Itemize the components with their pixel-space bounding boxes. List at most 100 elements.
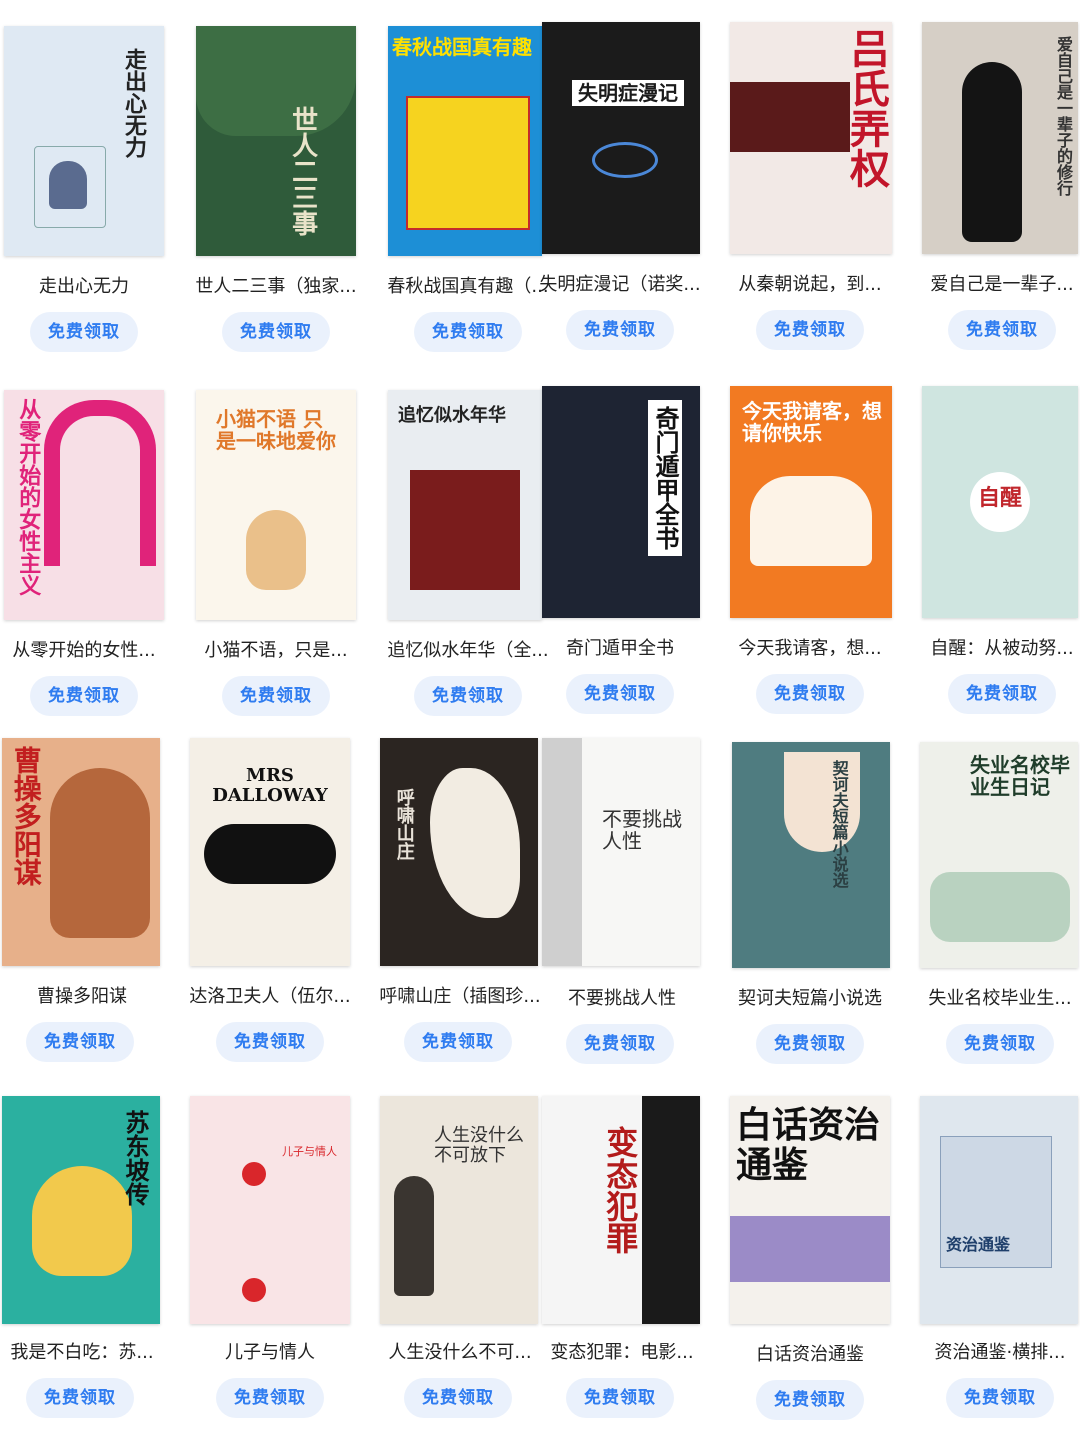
claim-free-button[interactable]: 免费领取: [414, 676, 522, 716]
book-cover[interactable]: 儿子与情人: [190, 1096, 350, 1324]
claim-free-button[interactable]: 免费领取: [566, 674, 674, 714]
book-title[interactable]: 从零开始的女性...: [0, 636, 174, 662]
claim-free-button[interactable]: 免费领取: [948, 674, 1056, 714]
cover-title: 爱自己是一辈子的修行: [1054, 36, 1073, 196]
book-title[interactable]: 爱自己是一辈子...: [912, 270, 1080, 296]
book-cover[interactable]: 自醒: [922, 386, 1078, 618]
book-title[interactable]: 奇门遁甲全书: [530, 634, 710, 660]
book-cover[interactable]: 追忆似水年华: [388, 390, 542, 620]
book-title[interactable]: 世人二三事（独家...: [186, 272, 366, 298]
claim-free-button[interactable]: 免费领取: [414, 312, 522, 352]
claim-free-button[interactable]: 免费领取: [756, 1380, 864, 1420]
claim-free-button[interactable]: 免费领取: [30, 312, 138, 352]
claim-free-button[interactable]: 免费领取: [756, 674, 864, 714]
cover-title: 自醒: [978, 485, 1023, 511]
claim-free-button[interactable]: 免费领取: [216, 1378, 324, 1418]
book-cover[interactable]: 呼啸山庄: [380, 738, 538, 966]
claim-free-button[interactable]: 免费领取: [946, 1024, 1054, 1064]
book-title[interactable]: 人生没什么不可...: [370, 1338, 550, 1364]
cover-splash: [430, 768, 520, 918]
cover-film: [642, 1096, 700, 1324]
book-cover[interactable]: 世人二三事: [196, 26, 356, 256]
cover-title: 世人二三事: [287, 106, 318, 236]
cover-title: 走出心无力: [121, 48, 147, 158]
book-title[interactable]: 呼啸山庄（插图珍...: [370, 982, 550, 1008]
book-title[interactable]: 失业名校毕业生...: [910, 984, 1080, 1010]
book-title[interactable]: 不要挑战人性: [532, 984, 712, 1010]
book-cover[interactable]: 失业名校毕业生日记: [920, 742, 1078, 968]
book-cover[interactable]: MRS DALLOWAY: [190, 738, 350, 966]
cover-figure: [394, 1176, 434, 1296]
book-title[interactable]: 小猫不语，只是...: [186, 636, 366, 662]
book-title[interactable]: 我是不白吃：苏...: [0, 1338, 172, 1364]
claim-free-button[interactable]: 免费领取: [566, 1024, 674, 1064]
book-title[interactable]: 变态犯罪：电影...: [532, 1338, 712, 1364]
book-cover[interactable]: 从零开始的女性主义: [4, 390, 164, 620]
book-title[interactable]: 失明症漫记（诺奖...: [530, 270, 710, 296]
claim-free-button[interactable]: 免费领取: [756, 310, 864, 350]
book-cover[interactable]: 爱自己是一辈子的修行: [922, 22, 1078, 254]
book-title[interactable]: 自醒：从被动努...: [912, 634, 1080, 660]
cover-title: 奇门遁甲全书: [647, 400, 682, 556]
cover-title: 呼啸山庄: [393, 788, 415, 860]
book-cover[interactable]: 契诃夫短篇小说选: [732, 742, 890, 968]
cover-face: [50, 768, 150, 938]
claim-free-button[interactable]: 免费领取: [26, 1022, 134, 1062]
claim-free-button[interactable]: 免费领取: [26, 1378, 134, 1418]
book-cover[interactable]: 人生没什么不可放下: [380, 1096, 538, 1324]
cover-character: [32, 1166, 132, 1276]
cover-animals: [750, 476, 872, 566]
book-title[interactable]: 达洛卫夫人（伍尔...: [180, 982, 360, 1008]
cover-faces: [542, 738, 582, 966]
cover-title: 吕氏弄权: [843, 28, 890, 188]
claim-free-button[interactable]: 免费领取: [566, 1378, 674, 1418]
claim-free-button[interactable]: 免费领取: [566, 310, 674, 350]
book-title[interactable]: 儿子与情人: [180, 1338, 360, 1364]
cover-title: 从零开始的女性主义: [15, 398, 42, 596]
book-title[interactable]: 今天我请客，想...: [720, 634, 900, 660]
book-title[interactable]: 资治通鉴·横排...: [910, 1338, 1080, 1364]
claim-free-button[interactable]: 免费领取: [216, 1022, 324, 1062]
book-cover[interactable]: 失明症漫记: [542, 22, 700, 254]
cover-people: [930, 872, 1070, 942]
claim-free-button[interactable]: 免费领取: [404, 1378, 512, 1418]
book-cover[interactable]: 变态犯罪: [542, 1096, 700, 1324]
book-cover[interactable]: 走出心无力: [4, 26, 164, 256]
book-title[interactable]: 走出心无力: [0, 272, 174, 298]
book-cover[interactable]: 春秋战国真有趣: [388, 26, 542, 256]
book-cover[interactable]: 小猫不语 只是一味地爱你: [196, 390, 356, 620]
claim-free-button[interactable]: 免费领取: [222, 312, 330, 352]
book-cover[interactable]: 吕氏弄权: [730, 22, 892, 254]
cover-title: 资治通鉴: [946, 1235, 1011, 1254]
cover-title: 曹操多阳谋: [9, 746, 43, 886]
book-cover[interactable]: 今天我请客，想请你快乐: [730, 386, 892, 618]
cover-title: 今天我请客，想请你快乐: [742, 399, 882, 445]
claim-free-button[interactable]: 免费领取: [946, 1378, 1054, 1418]
cover-dot-top: [242, 1162, 266, 1186]
book-title[interactable]: 白话资治通鉴: [720, 1340, 900, 1366]
book-title[interactable]: 曹操多阳谋: [0, 982, 172, 1008]
book-title[interactable]: 契诃夫短篇小说选: [720, 984, 900, 1010]
cover-title: 追忆似水年华: [398, 405, 506, 426]
cover-pattern: [204, 824, 336, 884]
book-cover[interactable]: 白话资治通鉴: [730, 1096, 890, 1324]
book-cover[interactable]: 奇门遁甲全书: [542, 386, 700, 618]
cover-figure: [962, 62, 1022, 242]
book-cover[interactable]: 苏东坡传: [2, 1096, 160, 1324]
book-cover[interactable]: 不要挑战人性: [542, 738, 700, 966]
claim-free-button[interactable]: 免费领取: [30, 676, 138, 716]
claim-free-button[interactable]: 免费领取: [222, 676, 330, 716]
cover-arch: [44, 400, 156, 566]
cover-title: MRS DALLOWAY: [212, 765, 328, 806]
book-cover[interactable]: 曹操多阳谋: [2, 738, 160, 966]
cover-band: [730, 1216, 890, 1282]
claim-free-button[interactable]: 免费领取: [948, 310, 1056, 350]
cover-title: 人生没什么不可放下: [434, 1125, 524, 1166]
cover-title: 不要挑战人性: [602, 807, 682, 853]
book-cover[interactable]: 资治通鉴: [920, 1096, 1078, 1324]
book-title[interactable]: 从秦朝说起，到...: [720, 270, 900, 296]
cover-photo: [730, 82, 850, 152]
claim-free-button[interactable]: 免费领取: [404, 1022, 512, 1062]
cover-title: 变态犯罪: [601, 1126, 640, 1254]
claim-free-button[interactable]: 免费领取: [756, 1024, 864, 1064]
